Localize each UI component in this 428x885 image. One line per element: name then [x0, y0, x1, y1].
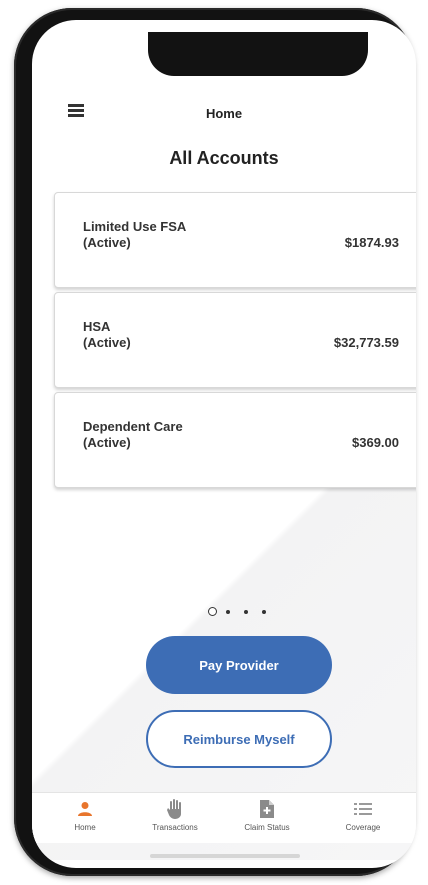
- tab-coverage[interactable]: Coverage: [328, 799, 398, 832]
- app-screen: Home All Accounts Limited Use FSA (Activ…: [32, 20, 416, 868]
- page-dot-active[interactable]: [208, 607, 217, 616]
- account-card-hsa[interactable]: HSA (Active) $32,773.59: [54, 292, 416, 388]
- page-dot[interactable]: [226, 610, 230, 614]
- account-balance: $32,773.59: [333, 335, 399, 350]
- page-title: Home: [205, 106, 243, 121]
- account-status: (Active): [83, 335, 131, 350]
- tab-home[interactable]: Home: [50, 799, 120, 832]
- account-card-dependent-care[interactable]: Dependent Care (Active) $369.00: [54, 392, 416, 488]
- account-name-label: HSA: [83, 319, 111, 334]
- tab-label: Claim Status: [244, 823, 290, 832]
- reimburse-myself-button[interactable]: Reimburse Myself: [146, 710, 332, 768]
- list-icon: [328, 799, 398, 819]
- person-icon: [50, 799, 120, 819]
- device-notch: [148, 32, 368, 76]
- tab-label: Transactions: [152, 823, 198, 832]
- account-balance: $369.00: [352, 435, 399, 450]
- account-name: HSA (Active): [83, 319, 131, 351]
- tab-claim-status[interactable]: Claim Status: [232, 799, 302, 832]
- account-name-label: Dependent Care: [83, 419, 183, 434]
- account-name-label: Limited Use FSA: [83, 219, 187, 234]
- account-name: Limited Use FSA (Active): [83, 219, 186, 251]
- account-status: (Active): [83, 435, 131, 450]
- home-indicator[interactable]: [150, 854, 300, 858]
- phone-frame: Home All Accounts Limited Use FSA (Activ…: [14, 8, 416, 876]
- tab-transactions[interactable]: Transactions: [140, 799, 210, 832]
- page-dot[interactable]: [262, 610, 266, 614]
- pay-provider-button[interactable]: Pay Provider: [146, 636, 332, 694]
- account-balance: $1874.93: [344, 235, 399, 250]
- tab-label: Coverage: [345, 823, 381, 832]
- hand-icon: [140, 799, 210, 819]
- account-status: (Active): [83, 235, 131, 250]
- tab-label: Home: [74, 823, 96, 832]
- document-icon: [232, 799, 302, 819]
- account-card-limited-use-fsa[interactable]: Limited Use FSA (Active) $1874.93: [54, 192, 416, 288]
- page-dot[interactable]: [244, 610, 248, 614]
- app-header: Home: [32, 88, 416, 128]
- bottom-tab-bar: Home Transactions Claim Status Coverage: [32, 792, 416, 843]
- account-name: Dependent Care (Active): [83, 419, 183, 451]
- section-title: All Accounts: [169, 148, 279, 168]
